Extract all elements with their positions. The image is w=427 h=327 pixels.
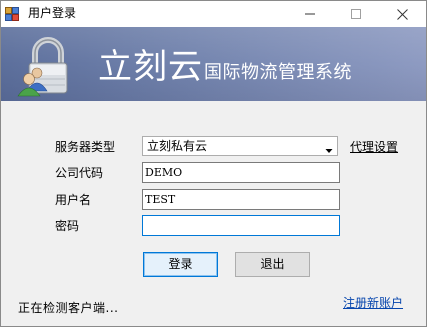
title-bar: 用户登录	[1, 1, 426, 27]
exit-button[interactable]: 退出	[235, 252, 310, 277]
maximize-button[interactable]	[333, 1, 379, 27]
status-text: 正在检测客户端...	[18, 301, 119, 315]
username-input[interactable]: TEST	[142, 189, 340, 210]
window-title: 用户登录	[28, 6, 77, 20]
password-label: 密码	[55, 219, 80, 233]
minimize-icon	[305, 13, 315, 15]
app-icon	[5, 6, 19, 21]
proxy-settings-link[interactable]: 代理设置	[350, 140, 398, 154]
company-code-label: 公司代码	[55, 166, 104, 180]
login-window: 用户登录 立刻云 国际物流管理系统 服务器类型 立刻私有云 代理设置 公司代码 …	[0, 0, 427, 327]
register-account-link[interactable]: 注册新账户	[343, 296, 403, 310]
brand-subtitle: 国际物流管理系统	[204, 62, 352, 83]
brand-name: 立刻云	[98, 47, 203, 87]
close-icon	[396, 8, 408, 20]
maximize-icon	[351, 9, 361, 19]
server-type-value: 立刻私有云	[147, 139, 208, 153]
username-label: 用户名	[55, 193, 92, 207]
login-button[interactable]: 登录	[143, 252, 218, 277]
company-code-input[interactable]: DEMO	[142, 162, 340, 183]
server-type-select[interactable]: 立刻私有云	[142, 136, 338, 156]
password-input[interactable]	[142, 215, 340, 236]
lock-users-logo-icon	[15, 35, 77, 97]
minimize-button[interactable]	[287, 1, 333, 27]
header-banner: 立刻云 国际物流管理系统	[1, 27, 426, 101]
close-button[interactable]	[379, 1, 425, 27]
dropdown-arrow-icon	[324, 141, 334, 153]
server-type-label: 服务器类型	[55, 140, 116, 154]
